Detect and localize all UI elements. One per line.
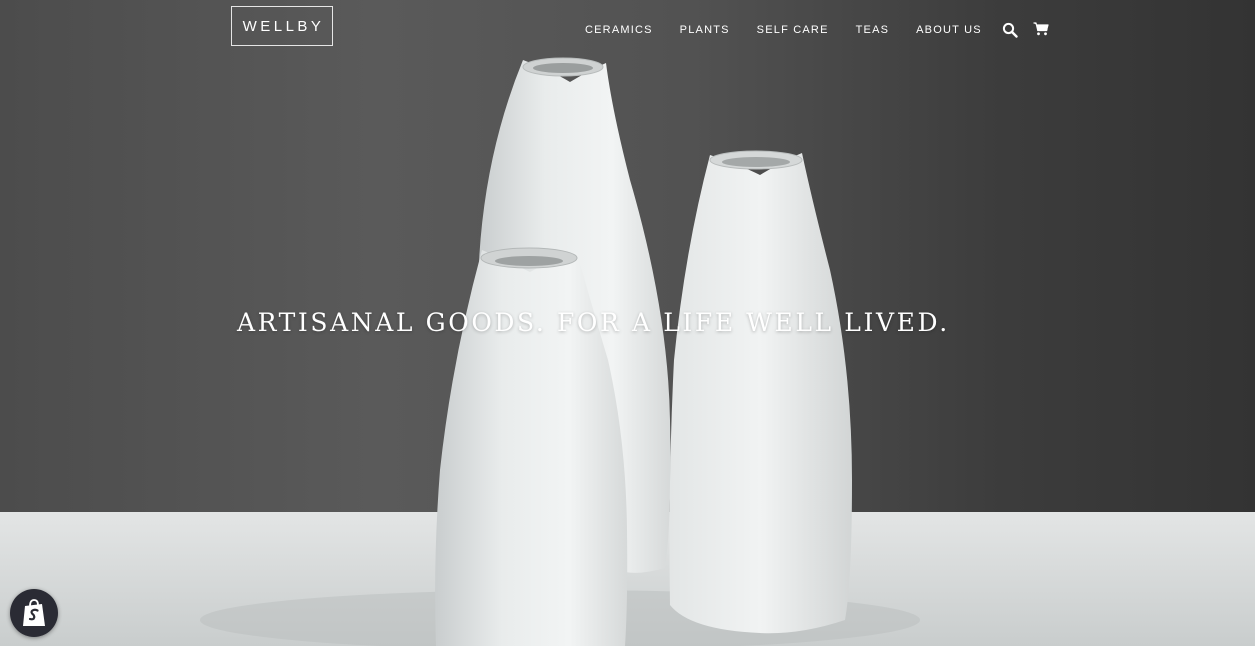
wellby-logo[interactable]: WELLBY	[231, 6, 333, 46]
shopify-badge-button[interactable]	[10, 589, 58, 637]
shopify-bag-icon	[23, 599, 45, 626]
cart-icon[interactable]	[1033, 22, 1051, 38]
nav-item-plants[interactable]: PLANTS	[680, 23, 730, 37]
nav-item-self-care[interactable]: SELF CARE	[757, 23, 829, 37]
hero-tagline: ARTISANAL GOODS. FOR A LIFE WELL LIVED.	[237, 308, 950, 337]
nav-item-ceramics[interactable]: CERAMICS	[585, 23, 653, 37]
nav-item-about-us[interactable]: ABOUT US	[916, 23, 982, 37]
nav-item-teas[interactable]: TEAS	[856, 23, 890, 37]
main-navigation: CERAMICS PLANTS SELF CARE TEAS ABOUT US	[585, 22, 1064, 38]
search-icon[interactable]	[1002, 22, 1020, 38]
hero-banner: WELLBY CERAMICS PLANTS SELF CARE TEAS AB…	[0, 0, 1255, 646]
